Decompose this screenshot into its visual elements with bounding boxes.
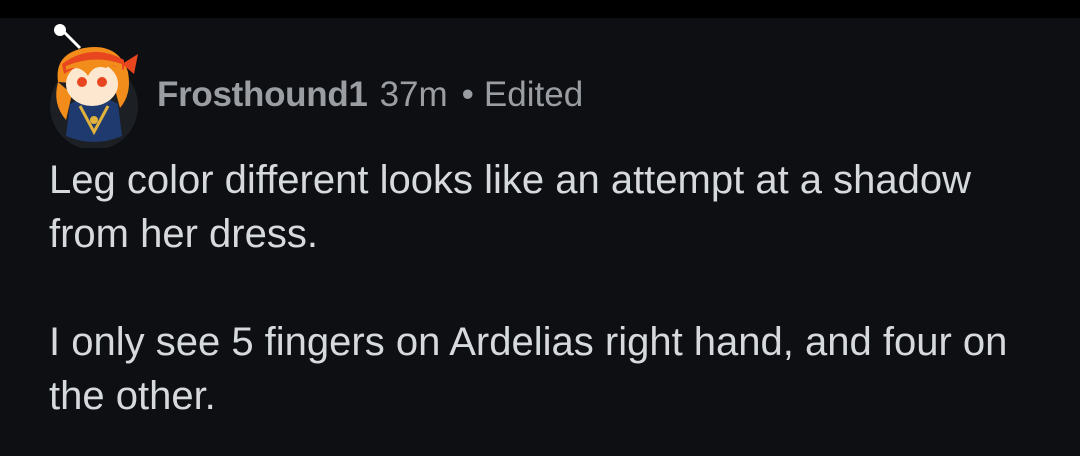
comment-meta: Frosthound1 37m • Edited (157, 73, 583, 117)
comment-paragraph: Leg color different looks like an attemp… (49, 158, 972, 256)
comment-timestamp: 37m (379, 75, 448, 114)
meta-separator: • (461, 75, 474, 114)
comment-body: Leg color different looks like an attemp… (49, 153, 1049, 423)
status-bar-edge (0, 0, 1080, 18)
user-avatar-icon[interactable] (44, 24, 144, 148)
comment-paragraph: I only see 5 fingers on Ardelias right h… (49, 320, 1008, 418)
author-username[interactable]: Frosthound1 (157, 75, 368, 115)
comment: Frosthound1 37m • Edited Leg color diffe… (0, 18, 1080, 456)
edited-label: Edited (483, 75, 584, 114)
